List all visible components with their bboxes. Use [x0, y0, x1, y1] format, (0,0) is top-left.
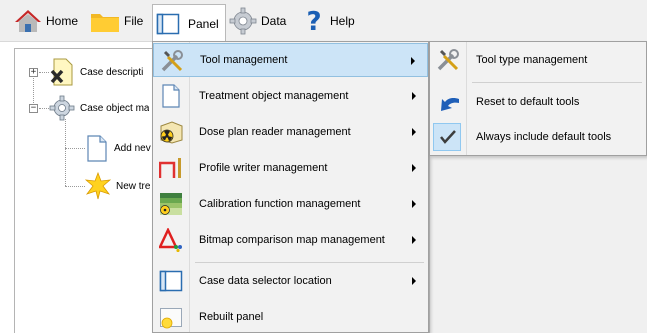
- right-pane: [429, 156, 647, 333]
- panel-icon: [156, 12, 180, 36]
- menu-data[interactable]: Data: [229, 4, 286, 38]
- menu-item-label: Reset to default tools: [476, 96, 580, 108]
- menu-item-case-data-selector[interactable]: Case data selector location: [153, 264, 428, 298]
- calibration-icon: [159, 192, 183, 216]
- help-icon: ?: [304, 7, 324, 37]
- menu-item-label: Rebuilt panel: [199, 311, 264, 323]
- tree-expander[interactable]: +: [29, 68, 38, 77]
- tree-node-label: Case descripti: [80, 66, 144, 78]
- tree-expander[interactable]: −: [29, 104, 38, 113]
- menu-item-label: Profile writer management: [199, 162, 328, 174]
- submenu-arrow-icon: [411, 57, 415, 65]
- menu-separator: [472, 82, 642, 83]
- menu-item-label: Tool type management: [476, 54, 588, 66]
- menu-item-treatment-object[interactable]: Treatment object management: [153, 79, 428, 113]
- delta-icon: [158, 227, 183, 253]
- menu-item-label: Tool management: [200, 54, 288, 66]
- submenu-arrow-icon: [412, 92, 416, 100]
- tree-connector: [65, 186, 85, 187]
- menu-panel[interactable]: Panel: [152, 4, 226, 42]
- panel-icon: [159, 269, 183, 293]
- tree-node-label: Case object ma: [80, 102, 150, 114]
- menu-home[interactable]: Home: [14, 4, 78, 38]
- menu-data-label: Data: [261, 14, 287, 28]
- case-tree[interactable]: + − Case descripti Case object ma Add ne…: [14, 48, 174, 333]
- menu-item-calibration-function[interactable]: Calibration function management: [153, 187, 428, 221]
- menu-item-tool-type-management[interactable]: Tool type management: [430, 43, 646, 77]
- tree-connector: [65, 148, 85, 149]
- tree-node-add-new[interactable]: Add nev: [85, 133, 151, 163]
- gear-icon: [49, 94, 75, 122]
- menu-item-reset-default-tools[interactable]: Reset to default tools: [430, 85, 646, 119]
- menu-item-dose-plan-reader[interactable]: Dose plan reader management: [153, 115, 428, 149]
- submenu-arrow-icon: [412, 277, 416, 285]
- document-x-icon: [49, 58, 75, 86]
- menu-item-tool-management[interactable]: Tool management: [153, 43, 428, 77]
- home-icon: [14, 9, 42, 33]
- gear-icon: [229, 7, 257, 35]
- tools-icon: [436, 48, 460, 72]
- menu-home-label: Home: [46, 14, 79, 28]
- blank-document-icon: [85, 134, 109, 162]
- menu-item-label: Treatment object management: [199, 90, 349, 102]
- menu-item-profile-writer[interactable]: Profile writer management: [153, 151, 428, 185]
- reset-arrow-icon: [436, 90, 460, 114]
- submenu-arrow-icon: [412, 164, 416, 172]
- rebuild-panel-icon: [159, 305, 183, 329]
- menu-file-label: File: [124, 14, 144, 28]
- blank-document-icon: [159, 84, 183, 108]
- profile-pulse-icon: [158, 156, 183, 180]
- submenu-arrow-icon: [412, 128, 416, 136]
- tools-icon: [160, 49, 184, 73]
- tree-node-new-tree[interactable]: New tre: [85, 171, 150, 201]
- menu-item-label: Dose plan reader management: [199, 126, 351, 138]
- menu-panel-label: Panel: [188, 16, 219, 31]
- panel-menu: Tool management Treatment object managem…: [152, 41, 429, 333]
- menu-item-label: Calibration function management: [199, 198, 361, 210]
- menu-item-label: Case data selector location: [199, 275, 332, 287]
- radiation-book-icon: [159, 120, 183, 144]
- tree-connector: [39, 72, 49, 73]
- star-burst-icon: [85, 171, 112, 200]
- menu-separator: [195, 262, 424, 263]
- svg-text:?: ?: [306, 7, 321, 35]
- menu-help[interactable]: ? Help: [304, 4, 355, 38]
- checkmark-icon: [436, 125, 460, 149]
- tree-node-label: New tre: [116, 180, 151, 192]
- submenu-arrow-icon: [412, 200, 416, 208]
- tree-node-case-object[interactable]: Case object ma: [49, 93, 149, 123]
- tree-connector: [39, 108, 49, 109]
- menu-help-label: Help: [330, 14, 355, 28]
- tree-connector: [65, 119, 66, 186]
- folder-icon: [90, 9, 120, 33]
- tree-node-label: Add nev: [114, 142, 151, 154]
- menu-file[interactable]: File: [90, 4, 143, 38]
- tool-submenu: Tool type management Reset to default to…: [429, 41, 647, 156]
- menu-item-label: Bitmap comparison map management: [199, 234, 385, 246]
- tree-node-case-description[interactable]: Case descripti: [49, 57, 143, 87]
- menu-item-label: Always include default tools: [476, 131, 612, 143]
- menu-item-bitmap-comparison[interactable]: Bitmap comparison map management: [153, 223, 428, 257]
- submenu-arrow-icon: [412, 236, 416, 244]
- menu-item-always-include-default-tools[interactable]: Always include default tools: [430, 120, 646, 154]
- menu-item-rebuilt-panel[interactable]: Rebuilt panel: [153, 300, 428, 333]
- menu-bar: Home File Panel Data ? Help: [0, 0, 647, 42]
